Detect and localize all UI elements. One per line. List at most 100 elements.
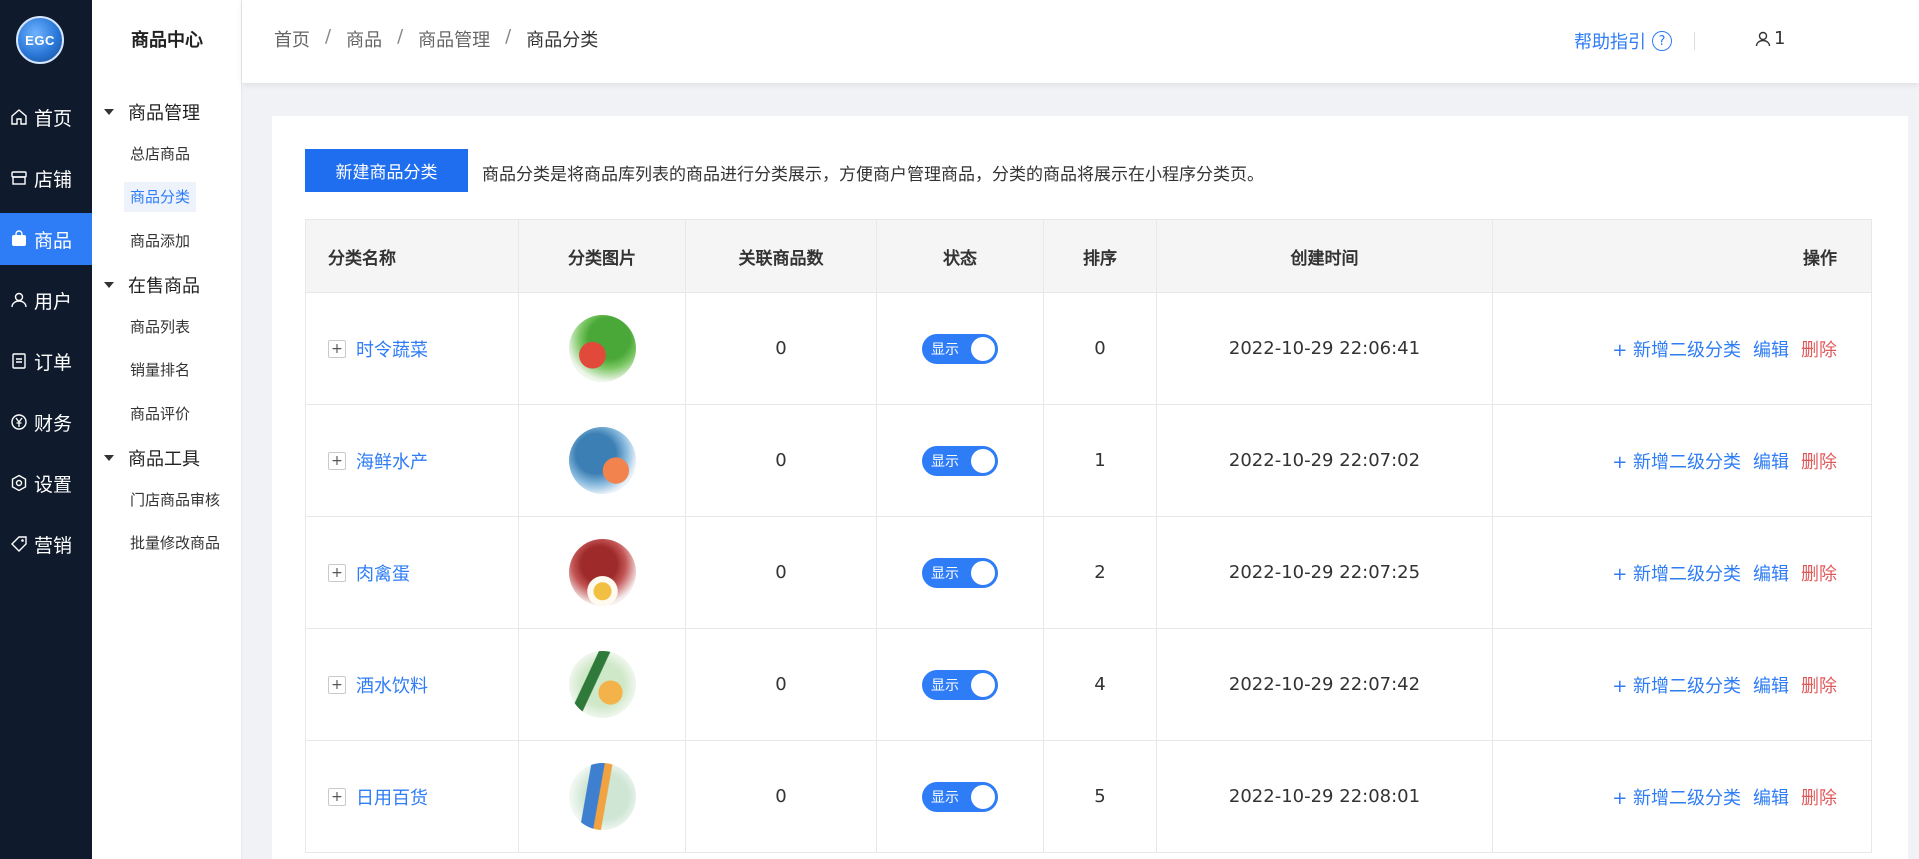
menu-item-goods-list[interactable]: 商品列表 — [124, 312, 196, 342]
expand-icon[interactable]: + — [328, 563, 346, 582]
category-name[interactable]: 时令蔬菜 — [356, 340, 428, 361]
delete-link[interactable]: 删除 — [1801, 452, 1837, 473]
status-toggle-label: 显示 — [931, 565, 959, 582]
status-cell: 显示 — [876, 628, 1044, 741]
breadcrumb-goods[interactable]: 商品 — [346, 26, 382, 52]
sub-menu: 商品中心 商品管理 总店商品 商品分类 商品添加 在售商品 商品列表 销量排名 … — [92, 0, 242, 859]
linked-goods-count: 0 — [685, 740, 877, 853]
status-toggle[interactable]: 显示 — [922, 557, 998, 588]
category-description: 商品分类是将商品库列表的商品进行分类展示，方便商户管理商品，分类的商品将展示在小… — [482, 165, 1264, 185]
edit-link[interactable]: 编辑 — [1753, 676, 1789, 697]
column-header-name: 分类名称 — [305, 219, 519, 293]
menu-item-store-review[interactable]: 门店商品审核 — [124, 485, 226, 515]
menu-group-on-sale[interactable]: 在售商品 — [104, 272, 200, 298]
menu-item-batch-edit[interactable]: 批量修改商品 — [124, 528, 226, 558]
delete-link[interactable]: 删除 — [1801, 788, 1837, 809]
breadcrumb-home[interactable]: 首页 — [274, 26, 310, 52]
status-toggle[interactable]: 显示 — [922, 669, 998, 700]
category-image-drinks — [568, 651, 636, 718]
menu-group-label: 在售商品 — [128, 276, 200, 297]
menu-item-store-goods[interactable]: 总店商品 — [124, 139, 196, 169]
category-name[interactable]: 肉禽蛋 — [356, 564, 410, 585]
status-toggle[interactable]: 显示 — [922, 781, 998, 812]
bag-icon — [10, 230, 28, 248]
menu-group-goods-management[interactable]: 商品管理 — [104, 99, 200, 125]
delete-link[interactable]: 删除 — [1801, 340, 1837, 361]
expand-icon[interactable]: + — [328, 451, 346, 470]
table-row: + 酒水饮料 0 显示 4 2022-10-29 22:07:42 + 新增二级分… — [305, 628, 1872, 741]
user-account[interactable]: 1 — [1754, 28, 1785, 49]
category-name[interactable]: 日用百货 — [356, 788, 428, 809]
nav-item-users[interactable]: 用户 — [0, 274, 92, 326]
top-header: 首页 / 商品 / 商品管理 / 商品分类 帮助指引 ? 1 — [242, 0, 1919, 83]
expand-icon[interactable]: + — [328, 787, 346, 806]
edit-link[interactable]: 编辑 — [1753, 788, 1789, 809]
help-guide-label: 帮助指引 — [1574, 32, 1646, 53]
menu-item-goods-reviews[interactable]: 商品评价 — [124, 399, 196, 429]
sub-menu-title: 商品中心 — [131, 30, 203, 51]
user-icon — [10, 291, 28, 309]
menu-group-label: 商品工具 — [128, 449, 200, 470]
toggle-knob — [971, 448, 995, 473]
breadcrumb: 首页 / 商品 / 商品管理 / 商品分类 — [274, 26, 598, 52]
nav-item-goods[interactable]: 商品 — [0, 213, 92, 265]
new-category-button[interactable]: 新建商品分类 — [305, 149, 468, 192]
menu-item-goods-category[interactable]: 商品分类 — [124, 182, 197, 212]
caret-down-icon — [104, 455, 114, 461]
menu-item-goods-add[interactable]: 商品添加 — [124, 226, 196, 256]
category-table: 分类名称 分类图片 关联商品数 状态 排序 创建时间 操作 + 时令蔬菜 0 显… — [305, 219, 1872, 853]
add-subcategory-link[interactable]: + 新增二级分类 — [1612, 788, 1741, 809]
column-header-image: 分类图片 — [518, 219, 686, 293]
tag-icon — [10, 535, 28, 553]
add-subcategory-link[interactable]: + 新增二级分类 — [1612, 564, 1741, 585]
expand-icon[interactable]: + — [328, 339, 346, 358]
linked-goods-count: 0 — [685, 516, 877, 629]
status-toggle[interactable]: 显示 — [922, 333, 998, 364]
edit-link[interactable]: 编辑 — [1753, 340, 1789, 361]
table-row: + 日用百货 0 显示 5 2022-10-29 22:08:01 + 新增二级分… — [305, 740, 1872, 853]
status-toggle-label: 显示 — [931, 789, 959, 806]
status-cell: 显示 — [876, 404, 1044, 517]
nav-item-orders[interactable]: 订单 — [0, 335, 92, 387]
help-guide-link[interactable]: 帮助指引 ? — [1574, 28, 1672, 54]
nav-item-marketing[interactable]: 营销 — [0, 518, 92, 570]
breadcrumb-goods-management[interactable]: 商品管理 — [418, 26, 490, 52]
nav-item-finance[interactable]: 财务 — [0, 396, 92, 448]
category-image-cell — [518, 628, 686, 741]
add-subcategory-link[interactable]: + 新增二级分类 — [1612, 452, 1741, 473]
nav-item-shop[interactable]: 店铺 — [0, 152, 92, 204]
status-toggle[interactable]: 显示 — [922, 445, 998, 476]
expand-icon[interactable]: + — [328, 675, 346, 694]
column-header-created: 创建时间 — [1156, 219, 1493, 293]
category-name[interactable]: 酒水饮料 — [356, 676, 428, 697]
header-divider — [1694, 32, 1695, 50]
created-time: 2022-10-29 22:07:02 — [1156, 404, 1493, 517]
actions-cell: + 新增二级分类 编辑 删除 — [1492, 628, 1872, 741]
nav-item-label: 用户 — [34, 290, 73, 313]
nav-item-home[interactable]: 首页 — [0, 91, 92, 143]
delete-link[interactable]: 删除 — [1801, 564, 1837, 585]
created-time: 2022-10-29 22:06:41 — [1156, 292, 1493, 405]
nav-item-settings[interactable]: 设置 — [0, 457, 92, 509]
status-cell: 显示 — [876, 516, 1044, 629]
linked-goods-count: 0 — [685, 404, 877, 517]
menu-item-sales-ranking[interactable]: 销量排名 — [124, 355, 196, 385]
toggle-knob — [971, 560, 995, 585]
content-card: 新建商品分类 商品分类是将商品库列表的商品进行分类展示，方便商户管理商品，分类的… — [272, 116, 1908, 859]
edit-link[interactable]: 编辑 — [1753, 564, 1789, 585]
actions-cell: + 新增二级分类 编辑 删除 — [1492, 740, 1872, 853]
delete-link[interactable]: 删除 — [1801, 676, 1837, 697]
home-icon — [10, 108, 28, 126]
breadcrumb-current: 商品分类 — [526, 30, 599, 51]
breadcrumb-separator: / — [397, 26, 404, 47]
category-name-cell: + 日用百货 — [305, 740, 519, 853]
status-toggle-label: 显示 — [931, 677, 959, 694]
app-logo[interactable]: EGC — [16, 16, 64, 64]
add-subcategory-link[interactable]: + 新增二级分类 — [1612, 340, 1741, 361]
edit-link[interactable]: 编辑 — [1753, 452, 1789, 473]
category-name[interactable]: 海鲜水产 — [356, 452, 428, 473]
nav-item-label: 商品 — [34, 229, 73, 252]
status-cell: 显示 — [876, 292, 1044, 405]
menu-group-goods-tools[interactable]: 商品工具 — [104, 445, 200, 471]
add-subcategory-link[interactable]: + 新增二级分类 — [1612, 676, 1741, 697]
